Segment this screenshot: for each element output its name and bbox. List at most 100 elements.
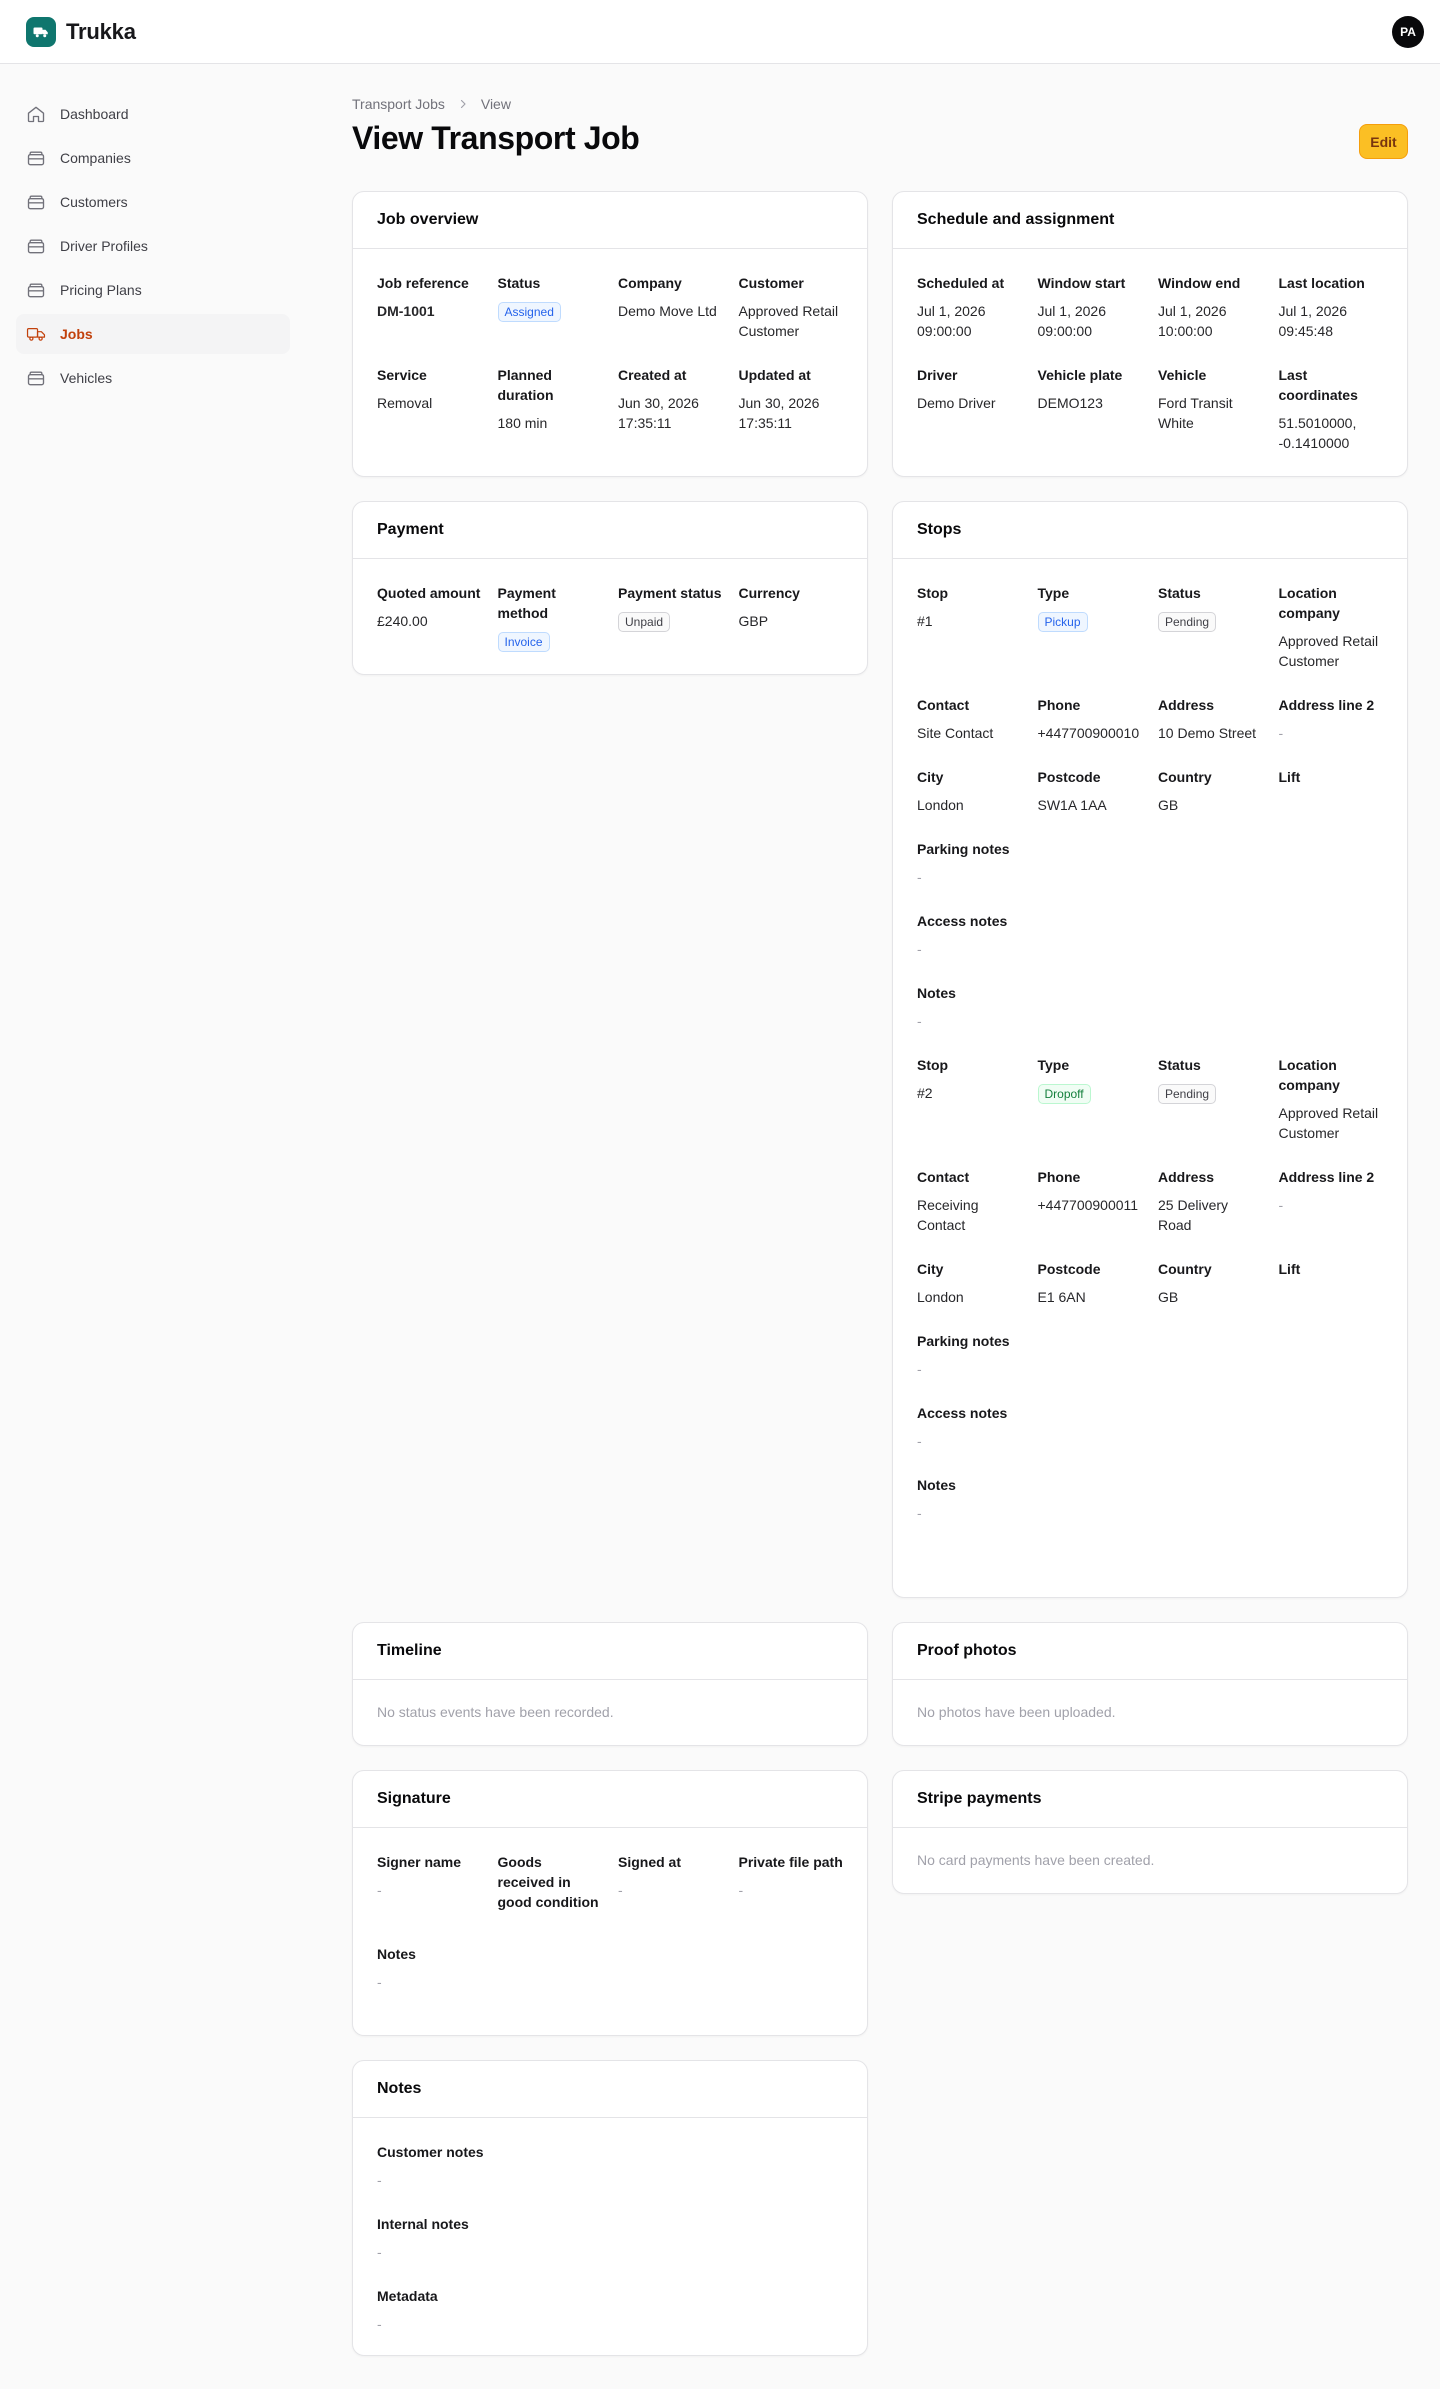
- status-badge: Assigned: [497, 302, 561, 322]
- field-label: Metadata: [377, 2288, 438, 2304]
- edit-button[interactable]: Edit: [1359, 124, 1408, 159]
- field-value: Jun 30, 2026 17:35:11: [618, 395, 699, 431]
- field-value: -: [618, 1882, 623, 1898]
- field-customer-notes: Customer notes -: [377, 2118, 843, 2190]
- avatar[interactable]: PA: [1392, 16, 1424, 48]
- breadcrumb-link-transport-jobs[interactable]: Transport Jobs: [352, 96, 445, 112]
- field-signer-name: Signer name -: [377, 1828, 482, 1920]
- field-vehicle: Vehicle Ford Transit White: [1158, 341, 1263, 453]
- field-window-end: Window end Jul 1, 2026 10:00:00: [1158, 249, 1263, 341]
- sidebar-item-customers[interactable]: Customers: [16, 182, 290, 222]
- payment-method-badge: Invoice: [497, 632, 550, 652]
- field-label: Address: [1158, 697, 1215, 713]
- card-title: Payment: [353, 502, 867, 559]
- stripe-payments-card: Stripe payments No card payments have be…: [892, 1770, 1408, 1894]
- field-label: Country: [1158, 769, 1212, 785]
- field-label: Parking notes: [917, 1333, 1010, 1349]
- field-label: Stop: [917, 585, 949, 601]
- card-title: Proof photos: [893, 1623, 1407, 1680]
- field-value: Removal: [377, 395, 433, 411]
- field-value: #2: [917, 1085, 933, 1101]
- field-value: Jul 1, 2026 09:00:00: [917, 303, 986, 339]
- field-planned-duration: Planned duration 180 min: [498, 341, 603, 433]
- timeline-card: Timeline No status events have been reco…: [352, 1622, 868, 1746]
- sidebar-item-dashboard[interactable]: Dashboard: [16, 94, 290, 134]
- sidebar-item-companies[interactable]: Companies: [16, 138, 290, 178]
- field-postcode: Postcode SW1A 1AA: [1038, 743, 1143, 815]
- sidebar-item-label: Vehicles: [60, 370, 113, 386]
- field-value: -: [917, 941, 922, 957]
- field-label: Postcode: [1037, 1261, 1101, 1277]
- field-label: Customer: [738, 275, 804, 291]
- field-label: City: [917, 769, 944, 785]
- field-value: Ford Transit White: [1158, 395, 1233, 431]
- field-value: -: [917, 1361, 922, 1377]
- schedule-card: Schedule and assignment Scheduled at Jul…: [892, 191, 1408, 477]
- field-label: Access notes: [917, 1405, 1008, 1421]
- field-label: Vehicle: [1158, 367, 1207, 383]
- field-company: Company Demo Move Ltd: [618, 249, 723, 341]
- truck-logo-icon: [26, 17, 56, 47]
- field-status: Status Pending: [1158, 559, 1263, 671]
- sidebar-item-vehicles[interactable]: Vehicles: [16, 358, 290, 398]
- field-value: Approved Retail Customer: [1278, 633, 1379, 669]
- field-value: London: [917, 1289, 964, 1305]
- field-location-company: Location company Approved Retail Custome…: [1279, 559, 1384, 671]
- field-contact: Contact Receiving Contact: [917, 1143, 1022, 1235]
- field-label: Stop: [917, 1057, 949, 1073]
- field-value: 10 Demo Street: [1158, 725, 1257, 741]
- field-signature-notes: Notes -: [377, 1920, 843, 1992]
- field-stop: Stop #1: [917, 559, 1022, 671]
- field-label: Type: [1037, 585, 1070, 601]
- field-payment-status: Payment status Unpaid: [618, 559, 723, 652]
- field-label: Vehicle plate: [1037, 367, 1123, 383]
- sidebar-item-driver-profiles[interactable]: Driver Profiles: [16, 226, 290, 266]
- field-label: Contact: [917, 697, 970, 713]
- field-signed-at: Signed at -: [618, 1828, 723, 1920]
- sidebar-item-label: Companies: [60, 150, 131, 166]
- field-value: Jul 1, 2026 10:00:00: [1158, 303, 1227, 339]
- field-private-file-path: Private file path -: [739, 1828, 844, 1920]
- field-label: City: [917, 1261, 944, 1277]
- sidebar-item-pricing-plans[interactable]: Pricing Plans: [16, 270, 290, 310]
- field-customer: Customer Approved Retail Customer: [739, 249, 844, 341]
- field-payment-method: Payment method Invoice: [497, 559, 603, 652]
- field-scheduled-at: Scheduled at Jul 1, 2026 09:00:00: [917, 249, 1022, 341]
- field-label: Signed at: [618, 1854, 682, 1870]
- field-notes: Notes -: [917, 1451, 1383, 1523]
- field-value: GBP: [738, 613, 769, 629]
- field-notes: Notes -: [917, 959, 1383, 1031]
- field-value: GB: [1158, 797, 1179, 813]
- field-access-notes: Access notes -: [917, 887, 1383, 959]
- field-address-line-2: Address line 2 -: [1279, 671, 1384, 743]
- card-title: Stops: [893, 502, 1407, 559]
- field-value: -: [917, 1505, 922, 1521]
- field-value: -: [917, 1433, 922, 1449]
- field-internal-notes: Internal notes -: [377, 2190, 843, 2262]
- field-label: Access notes: [917, 913, 1008, 929]
- field-label: Parking notes: [917, 841, 1010, 857]
- field-label: Updated at: [738, 367, 811, 383]
- sidebar-item-jobs[interactable]: Jobs: [16, 314, 290, 354]
- layers-icon: [26, 148, 46, 168]
- field-type: Type Pickup: [1037, 559, 1143, 671]
- field-label: Contact: [917, 1169, 970, 1185]
- field-label: Quoted amount: [377, 585, 481, 601]
- field-city: City London: [917, 743, 1022, 815]
- field-value: GB: [1158, 1289, 1179, 1305]
- field-label: Planned duration: [497, 367, 554, 403]
- field-label: Address line 2: [1278, 697, 1375, 713]
- field-label: Service: [377, 367, 427, 383]
- field-job-reference: Job reference DM-1001: [377, 249, 482, 341]
- payment-card: Payment Quoted amount £240.00 Payment me…: [352, 501, 868, 675]
- empty-state: No photos have been uploaded.: [917, 1704, 1116, 1720]
- field-value: 25 Delivery Road: [1158, 1197, 1229, 1233]
- field-contact: Contact Site Contact: [917, 671, 1022, 743]
- field-label: Scheduled at: [917, 275, 1005, 291]
- field-last-coordinates: Last coordinates 51.5010000, -0.1410000: [1279, 341, 1384, 453]
- field-label: Signer name: [377, 1854, 462, 1870]
- field-address: Address 10 Demo Street: [1158, 671, 1263, 743]
- field-label: Lift: [1278, 1261, 1301, 1277]
- field-value: -: [1278, 1197, 1284, 1213]
- brand[interactable]: Trukka: [26, 16, 136, 48]
